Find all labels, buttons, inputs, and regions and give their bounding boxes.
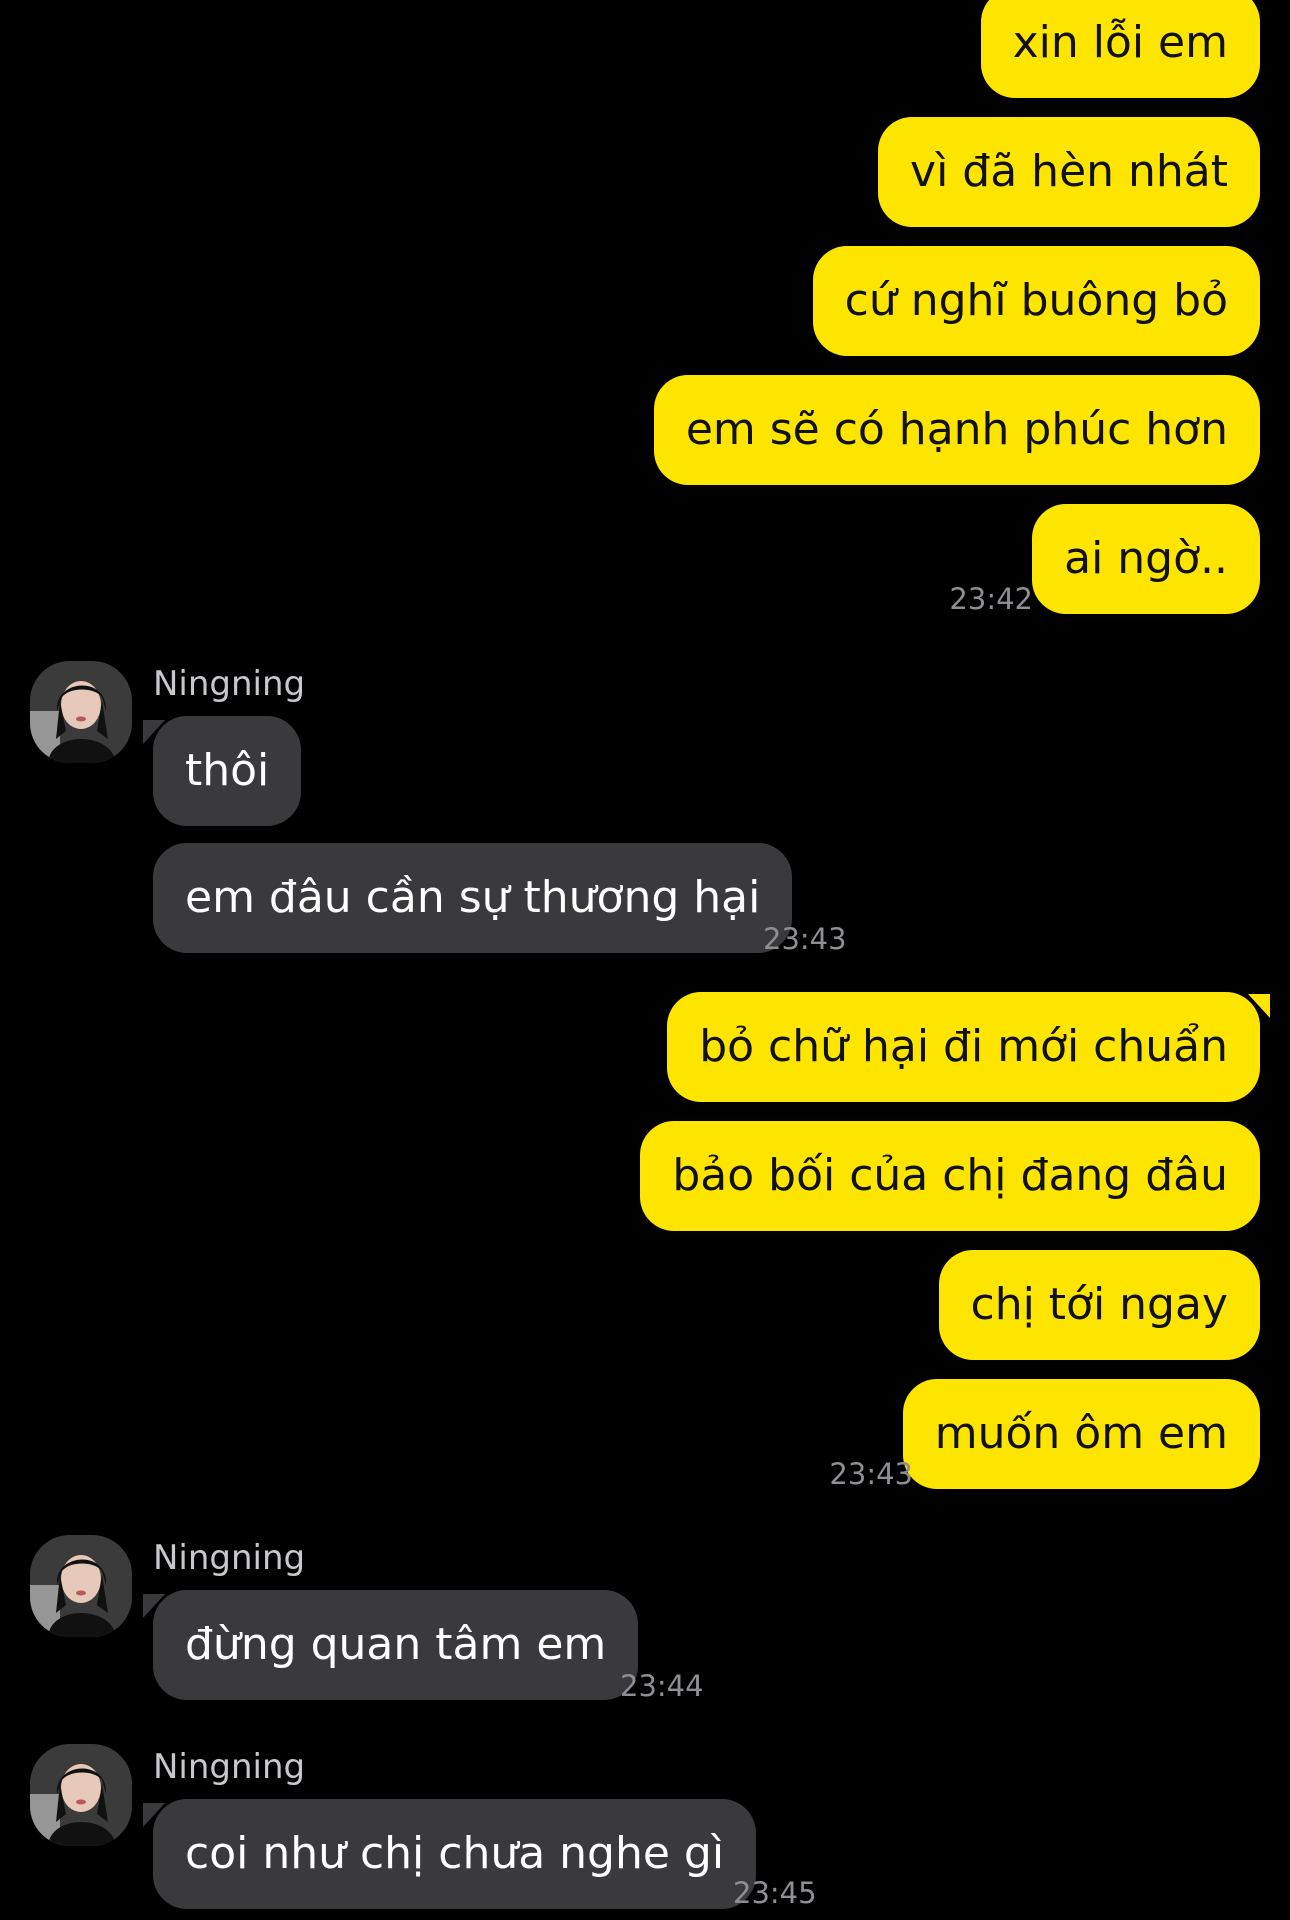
message-bubble-outgoing[interactable]: em sẽ có hạnh phúc hơn [653, 375, 1260, 485]
message-timestamp: 23:44 [620, 1669, 704, 1703]
message-bubble-incoming[interactable]: đừng quan tâm em [153, 1590, 639, 1700]
message-bubble-incoming[interactable]: em đâu cần sự thương hại [153, 843, 793, 953]
sender-name: Ningning [153, 664, 306, 704]
sender-name: Ningning [153, 1747, 306, 1787]
message-bubble-outgoing[interactable]: bỏ chữ hại đi mới chuẩn [667, 992, 1260, 1102]
message-bubble-outgoing[interactable]: xin lỗi em [980, 0, 1260, 98]
message-timestamp: 23:43 [763, 922, 847, 956]
message-timestamp: 23:42 [949, 582, 1033, 616]
message-bubble-outgoing[interactable]: muốn ôm em [902, 1379, 1260, 1489]
message-bubble-outgoing[interactable]: bảo bối của chị đang đâu [640, 1121, 1260, 1231]
avatar[interactable] [30, 661, 132, 763]
sender-name: Ningning [153, 1538, 306, 1578]
message-bubble-outgoing[interactable]: vì đã hèn nhát [878, 117, 1260, 227]
message-bubble-outgoing[interactable]: ai ngờ.. [1032, 504, 1260, 614]
avatar[interactable] [30, 1535, 132, 1637]
message-timestamp: 23:43 [829, 1457, 913, 1491]
profile-photo-icon [30, 1535, 132, 1637]
message-bubble-incoming[interactable]: thôi [153, 716, 302, 826]
avatar[interactable] [30, 1744, 132, 1846]
message-timestamp: 23:45 [733, 1876, 817, 1910]
message-bubble-incoming[interactable]: coi như chị chưa nghe gì [153, 1799, 757, 1909]
profile-photo-icon [30, 1744, 132, 1846]
profile-photo-icon [30, 661, 132, 763]
message-bubble-outgoing[interactable]: cứ nghĩ buông bỏ [812, 246, 1260, 356]
message-bubble-outgoing[interactable]: chị tới ngay [938, 1250, 1260, 1360]
